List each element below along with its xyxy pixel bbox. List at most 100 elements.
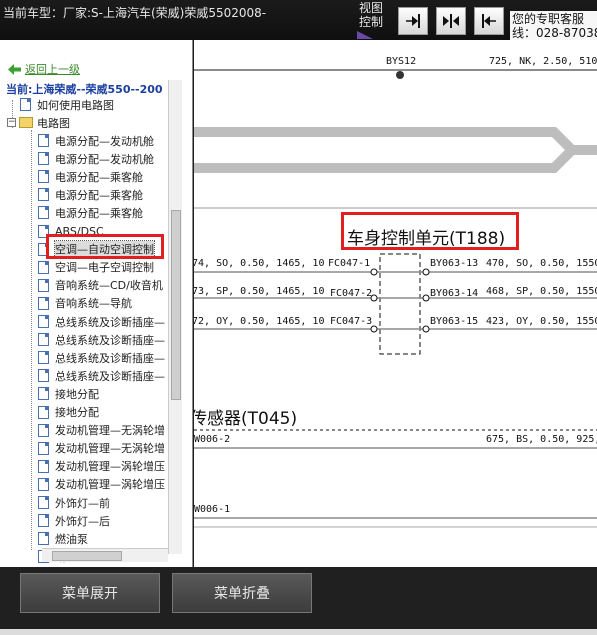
tree-item[interactable]: 外饰灯—前 bbox=[38, 494, 110, 511]
tree-item-label: 接地分配 bbox=[55, 406, 99, 419]
tree-item[interactable]: 电源分配—乘客舱 bbox=[38, 186, 143, 203]
row3-right-wire: 423, OY, 0.50, 1550, bbox=[486, 316, 597, 327]
tree-item[interactable]: 音响系统—CD/收音机 bbox=[38, 277, 163, 294]
tree-item-label: 电源分配—乘客舱 bbox=[55, 188, 143, 202]
tree-item-label: 外饰灯—前 bbox=[55, 496, 110, 510]
service-line-1: 您的专职客服 bbox=[512, 12, 585, 26]
document-icon bbox=[38, 423, 49, 437]
customer-service-info: 您的专职客服 线：028-87038 bbox=[510, 11, 597, 40]
tree-item[interactable]: 电源分配—乘客舱 bbox=[38, 168, 143, 185]
document-icon bbox=[38, 315, 49, 328]
tree-item-label: 空调—电子空调控制 bbox=[55, 261, 154, 275]
menu-collapse-button[interactable]: 菜单折叠 bbox=[172, 573, 312, 613]
sensor-pin-1: W006-2 bbox=[194, 434, 230, 445]
tree-item-label: 发动机管理—无涡轮增 bbox=[55, 424, 165, 438]
tree-item[interactable]: 燃油泵 bbox=[38, 530, 88, 547]
tree-item-label: 燃油泵 bbox=[55, 532, 88, 546]
row1-right-wire: 470, SO, 0.50, 1550, bbox=[486, 258, 597, 269]
row2-right-wire: 468, SP, 0.50, 1550, bbox=[486, 286, 597, 297]
tree-item-label: 发动机管理—涡轮增压 bbox=[55, 460, 165, 474]
collapse-left-button[interactable] bbox=[398, 7, 428, 35]
split-view-button[interactable] bbox=[436, 7, 466, 35]
document-icon bbox=[38, 441, 49, 455]
tree-item[interactable]: 发动机管理—无涡轮增 bbox=[38, 422, 165, 439]
document-icon bbox=[38, 260, 49, 274]
document-icon bbox=[38, 170, 49, 184]
body-control-unit-title: 车身控制单元(T188) bbox=[347, 229, 506, 249]
tree-item[interactable]: 总线系统及诊断插座— bbox=[38, 367, 165, 384]
tree-item[interactable]: 发动机管理—涡轮增压 bbox=[38, 458, 165, 475]
document-icon bbox=[38, 152, 49, 166]
document-icon bbox=[38, 188, 49, 202]
row3-pin: FC047-3 bbox=[330, 316, 372, 327]
row1-left-wire: 474, SO, 0.50, 1465, 10 bbox=[194, 258, 324, 269]
menu-expand-button[interactable]: 菜单展开 bbox=[20, 573, 160, 613]
row2-left-wire: 473, SP, 0.50, 1465, 10 bbox=[194, 286, 324, 297]
row3-left-wire: 472, OY, 0.50, 1465, 10 bbox=[194, 316, 324, 327]
tree-item[interactable]: 电源分配—发动机舱 bbox=[38, 150, 154, 167]
tree-item-label: 电源分配—乘客舱 bbox=[55, 170, 143, 184]
collapse-right-button[interactable] bbox=[474, 7, 504, 35]
document-icon bbox=[38, 296, 49, 310]
back-link[interactable]: 返回上一级 bbox=[8, 61, 80, 77]
back-link-label: 返回上一级 bbox=[25, 63, 80, 76]
vertical-scroll-thumb[interactable] bbox=[171, 210, 181, 400]
document-icon bbox=[38, 351, 49, 365]
tree-item-label: 发动机管理—无涡轮增 bbox=[55, 442, 165, 456]
row3-right-pin: BY063-15 bbox=[430, 316, 478, 327]
tree-item-label: 接地分配 bbox=[55, 387, 99, 401]
tree-item-label: 总线系统及诊断插座— bbox=[55, 315, 165, 329]
tree-item[interactable]: 音响系统—导航 bbox=[38, 295, 132, 312]
tree-item-label: 电路图 bbox=[37, 116, 70, 130]
tree-item[interactable]: 电源分配—乘客舱 bbox=[38, 204, 143, 221]
sidebar-horizontal-scrollbar[interactable] bbox=[42, 548, 168, 562]
tree-item[interactable]: 总线系统及诊断插座— bbox=[38, 313, 165, 330]
vehicle-title: 当前车型：厂家:S-上海汽车(荣威)荣威5502008- bbox=[3, 6, 267, 20]
tree-item[interactable]: 总线系统及诊断插座— bbox=[38, 331, 165, 348]
view-control-label: 视图控制 bbox=[358, 1, 383, 29]
document-icon bbox=[38, 405, 49, 419]
taskbar-strip bbox=[0, 629, 597, 635]
tree-item-label: 电源分配—发动机舱 bbox=[55, 134, 154, 148]
collapse-minus-icon[interactable]: − bbox=[7, 118, 16, 127]
document-icon bbox=[38, 514, 49, 528]
tree-item-label: 电源分配—发动机舱 bbox=[55, 152, 154, 166]
tree-item[interactable]: 接地分配 bbox=[38, 404, 99, 421]
tree-item-label: 如何使用电路图 bbox=[37, 98, 114, 112]
row2-pin: FC047-2 bbox=[330, 288, 372, 299]
document-icon bbox=[20, 98, 31, 111]
sidebar: 返回上一级 当前:上海荣威--荣威550--200 如何使用电路图 − 电路图 … bbox=[0, 40, 193, 567]
tree-item[interactable]: 接地分配 bbox=[38, 385, 99, 402]
diagram-canvas: BYS12 725, NK, 2.50, 510, A 474, SO, 0.5… bbox=[194, 56, 597, 528]
horizontal-scroll-thumb[interactable] bbox=[52, 551, 122, 561]
back-arrow-icon bbox=[8, 63, 21, 75]
tree-item-label: 电源分配—乘客舱 bbox=[55, 206, 143, 220]
document-icon bbox=[38, 206, 49, 220]
service-line-2: 线：028-87038 bbox=[512, 26, 597, 40]
tree-item[interactable]: 空调—电子空调控制 bbox=[38, 259, 154, 276]
tree-item[interactable]: 总线系统及诊断插座— bbox=[38, 349, 165, 366]
tree-folder-circuit-diagrams[interactable]: − 电路图 bbox=[7, 114, 70, 131]
document-icon bbox=[38, 134, 49, 147]
tree-item-label: 总线系统及诊断插座— bbox=[55, 351, 165, 365]
tree-item-how-to-use[interactable]: 如何使用电路图 bbox=[20, 96, 114, 113]
folder-open-icon bbox=[19, 117, 33, 128]
document-icon bbox=[38, 387, 49, 401]
tree-item[interactable]: 发动机管理—涡轮增压 bbox=[38, 476, 165, 493]
tree-item-label: 音响系统—CD/收音机 bbox=[55, 279, 163, 293]
sidebar-vertical-scrollbar[interactable] bbox=[168, 80, 182, 554]
view-indicator-icon bbox=[357, 31, 373, 39]
tree-connector bbox=[31, 130, 32, 550]
row2-right-pin: BY063-14 bbox=[430, 288, 478, 299]
document-icon bbox=[38, 333, 49, 347]
tree-item-label: 外饰灯—后 bbox=[55, 514, 110, 528]
circuit-diagram[interactable]: BYS12 725, NK, 2.50, 510, A 474, SO, 0.5… bbox=[194, 40, 597, 567]
sensor-title: 传感器(T045) bbox=[194, 409, 298, 429]
tree-item[interactable]: 外饰灯—后 bbox=[38, 512, 110, 529]
tree-item-label: 总线系统及诊断插座— bbox=[55, 333, 165, 347]
current-vehicle: 当前:上海荣威--荣威550--200 bbox=[6, 83, 163, 96]
tree-item[interactable]: 电源分配—发动机舱 bbox=[38, 132, 154, 149]
tree-item[interactable]: 发动机管理—无涡轮增 bbox=[38, 440, 165, 457]
arrow-left-bar-icon bbox=[482, 14, 496, 28]
row1-pin: FC047-1 bbox=[328, 258, 370, 269]
